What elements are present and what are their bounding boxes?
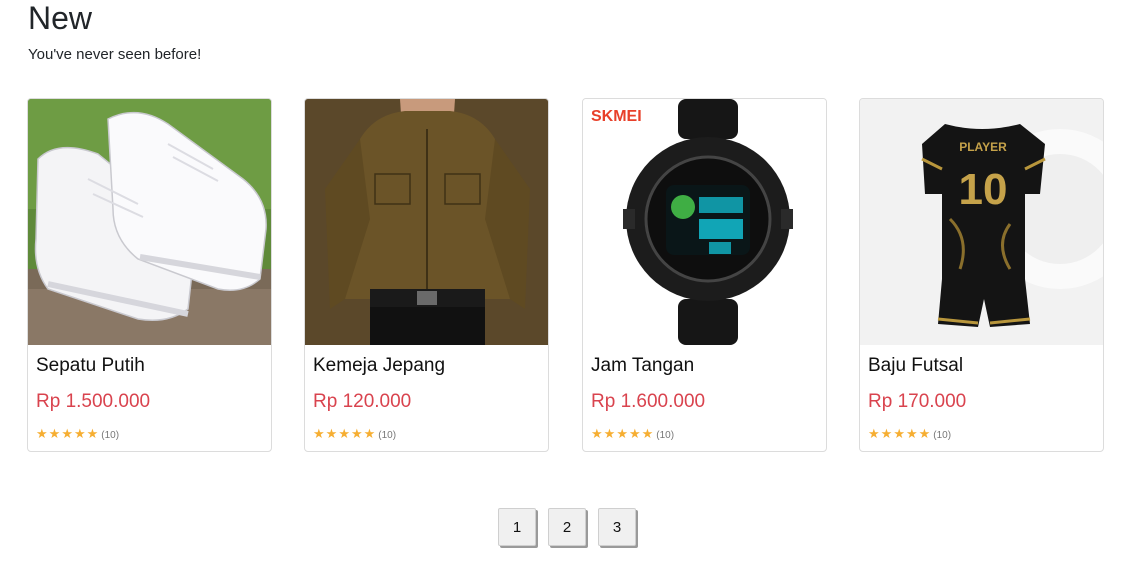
product-name[interactable]: Jam Tangan [591,354,694,378]
product-rating: ★ ★ ★ ★ ★ (10) [591,428,674,442]
product-rating: ★ ★ ★ ★ ★ (10) [36,428,119,442]
product-price: Rp 120.000 [313,391,412,412]
star-icon: ★ [880,427,893,442]
product-card[interactable]: SKMEI Jam Tangan Rp 1.600.000 ★ ★ ★ ★ ★ … [582,98,827,452]
product-price: Rp 1.500.000 [36,391,151,412]
star-icon: ★ [591,427,603,442]
product-name[interactable]: Baju Futsal [868,354,963,378]
pagination: 1 2 3 [498,508,648,546]
star-icon: ★ [73,427,86,442]
page-2-button[interactable]: 2 [548,508,586,546]
product-card[interactable]: Kemeja Jepang Rp 120.000 ★ ★ ★ ★ ★ (10) [304,98,549,452]
star-icon: ★ [868,427,880,442]
brown-shirt-image [305,99,548,345]
digital-watch-image: SKMEI [583,99,826,345]
star-icon: ★ [86,427,99,442]
star-icon: ★ [905,427,918,442]
star-icon: ★ [641,427,654,442]
star-icon: ★ [603,427,616,442]
product-card[interactable]: Sepatu Putih Rp 1.500.000 ★ ★ ★ ★ ★ (10) [27,98,272,452]
star-icon: ★ [616,427,628,442]
product-price: Rp 1.600.000 [591,391,706,412]
star-icon: ★ [350,427,363,442]
star-icon: ★ [363,427,376,442]
product-image[interactable]: SKMEI [583,99,826,345]
star-icon: ★ [338,427,350,442]
product-rating: ★ ★ ★ ★ ★ (10) [313,428,396,442]
star-icon: ★ [325,427,338,442]
white-sneakers-image [28,99,271,345]
product-name[interactable]: Sepatu Putih [36,354,145,378]
star-icon: ★ [313,427,325,442]
review-count: (10) [101,429,120,441]
review-count: (10) [656,429,675,441]
page-1-button[interactable]: 1 [498,508,536,546]
star-icon: ★ [918,427,931,442]
star-icon: ★ [36,427,48,442]
jersey-player-text: PLAYER [959,140,1007,154]
star-icon: ★ [893,427,905,442]
section-title: New [28,0,93,36]
product-rating: ★ ★ ★ ★ ★ (10) [868,428,951,442]
star-icon: ★ [628,427,641,442]
review-count: (10) [933,429,952,441]
star-icon: ★ [48,427,61,442]
section-subtitle: You've never seen before! [28,46,202,63]
product-image[interactable] [305,99,548,345]
product-name[interactable]: Kemeja Jepang [313,354,445,378]
product-image[interactable] [28,99,271,345]
product-image[interactable]: PLAYER 10 [860,99,1103,345]
review-count: (10) [378,429,397,441]
page-3-button[interactable]: 3 [598,508,636,546]
product-card[interactable]: PLAYER 10 Baju Futsal Rp 170.000 ★ ★ ★ ★… [859,98,1104,452]
watch-brand-logo: SKMEI [591,108,642,125]
product-price: Rp 170.000 [868,391,967,412]
star-icon: ★ [61,427,73,442]
jersey-number: 10 [959,165,1008,214]
futsal-jersey-image: PLAYER 10 [860,99,1103,345]
